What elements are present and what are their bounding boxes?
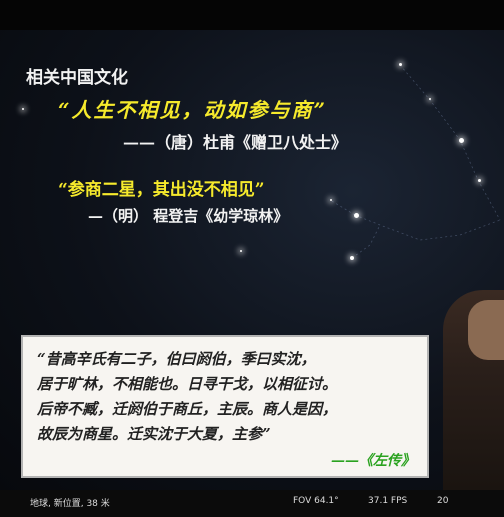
year-readout: 20 xyxy=(437,496,449,506)
star xyxy=(354,213,359,218)
attribution-youxue: —（明） 程登吉《幼学琼林》 xyxy=(88,207,289,225)
status-bar: 地球, 新位置, 38 米 FOV 64.1° 37.1 FPS 20 xyxy=(0,490,504,517)
star xyxy=(478,179,481,182)
passage-line: “昔高辛氏有二子，伯曰阏伯，季曰实沈， xyxy=(37,350,316,368)
star xyxy=(399,63,402,66)
location-readout: 地球, 新位置, 38 米 xyxy=(30,499,110,509)
quote-youxue: “参商二星，其出没不相见” xyxy=(58,180,265,200)
star xyxy=(330,199,332,201)
passage-text: “昔高辛氏有二子，伯曰阏伯，季曰实沈， 居于旷林，不相能也。日寻干戈，以相征讨。… xyxy=(37,347,421,447)
fps-readout: 37.1 FPS xyxy=(368,496,408,506)
lesson-slide: 相关中国文化 “人生不相见，动如参与商” ——（唐）杜甫《赠卫八处士》 “参商二… xyxy=(0,30,504,490)
fov-readout: FOV 64.1° xyxy=(293,496,339,506)
quote-du-fu: “人生不相见，动如参与商” xyxy=(58,98,328,122)
star xyxy=(22,108,24,110)
passage-line: 后帝不臧，迁阏伯于商丘，主辰。商人是因， xyxy=(37,400,338,418)
presenter-face xyxy=(468,300,504,360)
passage-line: 故辰为商星。迁实沈于大夏，主参” xyxy=(37,425,271,443)
attribution-du-fu: ——（唐）杜甫《赠卫八处士》 xyxy=(123,133,348,152)
zuozhuan-passage-box: “昔高辛氏有二子，伯曰阏伯，季曰实沈， 居于旷林，不相能也。日寻干戈，以相征讨。… xyxy=(21,335,429,478)
passage-source: ——《左传》 xyxy=(331,453,415,469)
section-title: 相关中国文化 xyxy=(26,68,128,88)
top-bar xyxy=(0,0,504,30)
star xyxy=(240,250,242,252)
passage-line: 居于旷林，不相能也。日寻干戈，以相征讨。 xyxy=(37,375,338,393)
star xyxy=(429,98,431,100)
star xyxy=(459,138,464,143)
star xyxy=(350,256,354,260)
